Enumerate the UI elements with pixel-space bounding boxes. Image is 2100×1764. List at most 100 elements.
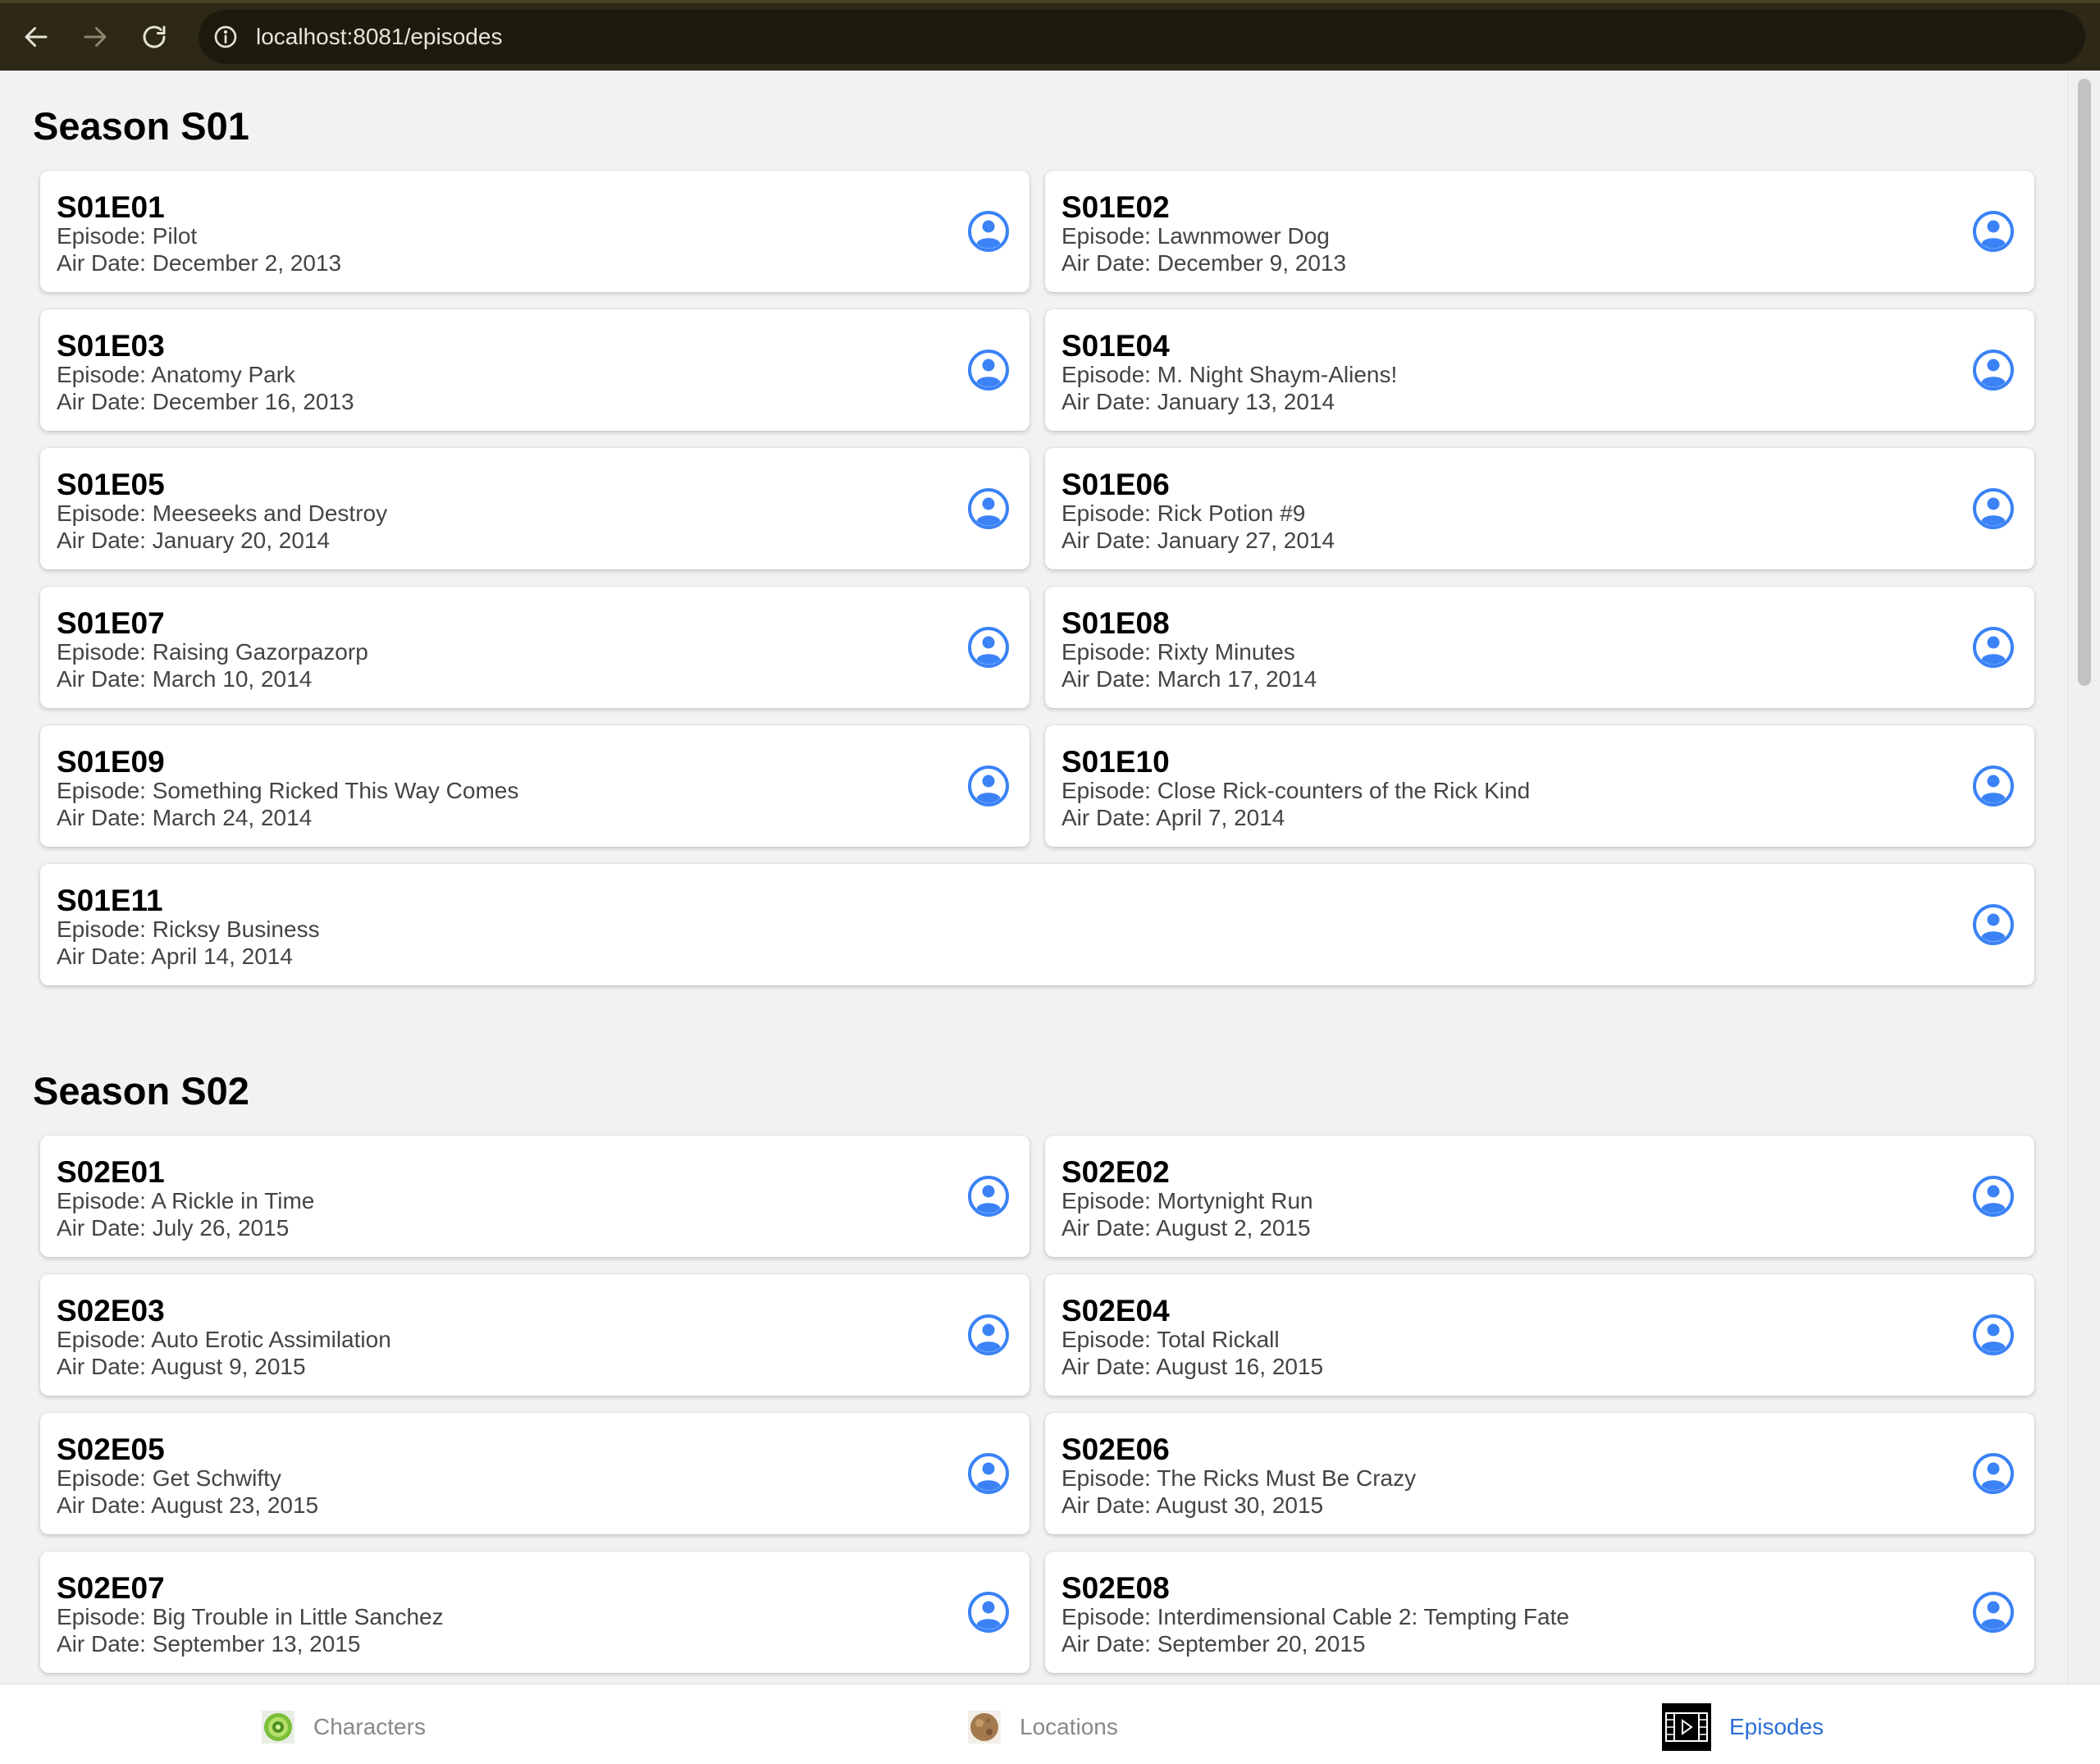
episode-card[interactable]: S01E01 Episode: Pilot Air Date: December 2… — [40, 171, 1029, 292]
episode-code: S01E05 — [57, 468, 165, 501]
tab-characters-label: Characters — [313, 1714, 426, 1739]
person-icon[interactable] — [967, 1452, 1010, 1495]
scrollbar[interactable] — [2067, 71, 2100, 1684]
episode-name: Episode: Interdimensional Cable 2: Tempt… — [1061, 1604, 1569, 1629]
episode-air-date: Air Date: December 9, 2013 — [1061, 250, 1347, 276]
episode-name: Episode: Raising Gazorpazorp — [57, 639, 368, 665]
portal-icon — [262, 1711, 294, 1743]
episode-air-date: Air Date: August 23, 2015 — [57, 1492, 319, 1518]
episode-card[interactable]: S01E11 Episode: Ricksy Business Air Date: … — [40, 864, 2034, 985]
url-text[interactable]: localhost:8081/episodes — [256, 24, 502, 50]
reload-icon — [143, 25, 166, 48]
episode-card[interactable]: S01E04 Episode: M. Night Shaym-Aliens! Air… — [1045, 309, 2034, 431]
episode-name: Episode: Rick Potion #9 — [1061, 500, 1306, 526]
tab-characters[interactable]: Characters — [261, 1704, 426, 1750]
episode-card[interactable]: S01E03 Episode: Anatomy Park Air Date: Dec… — [40, 309, 1029, 431]
person-icon[interactable] — [1972, 349, 2015, 391]
episode-card[interactable]: S01E05 Episode: Meeseeks and Destroy Air D… — [40, 448, 1029, 569]
person-icon[interactable] — [1972, 903, 2015, 946]
episode-code: S02E02 — [1061, 1155, 1170, 1189]
episode-code: S02E05 — [57, 1433, 165, 1466]
episode-air-date: Air Date: August 2, 2015 — [1061, 1215, 1311, 1241]
info-icon — [214, 25, 237, 48]
episode-name: Episode: M. Night Shaym-Aliens! — [1061, 362, 1398, 387]
episodes-page: Season S01 S01E01 Episode: Pilot Air Date: … — [0, 71, 2067, 1684]
episode-card[interactable]: S02E05 Episode: Get Schwifty Air Date: Aug… — [40, 1413, 1029, 1534]
person-icon[interactable] — [967, 487, 1010, 530]
episode-air-date: Air Date: April 7, 2014 — [1061, 805, 1285, 830]
episode-card[interactable]: S02E08 Episode: Interdimensional Cable 2:… — [1045, 1551, 2034, 1673]
person-icon[interactable] — [967, 626, 1010, 669]
person-icon[interactable] — [1972, 1452, 2015, 1495]
arrow-right-icon — [84, 27, 107, 47]
episode-air-date: Air Date: December 16, 2013 — [57, 389, 354, 414]
episode-name: Episode: Total Rickall — [1061, 1327, 1280, 1352]
episode-name: Episode: Pilot — [57, 223, 198, 249]
person-icon[interactable] — [967, 765, 1010, 807]
tab-episodes[interactable]: Episodes — [1662, 1703, 1824, 1751]
episode-card[interactable]: S01E07 Episode: Raising Gazorpazorp Air Da… — [40, 587, 1029, 708]
episode-code: S01E02 — [1061, 190, 1170, 224]
episode-code: S01E11 — [57, 884, 163, 917]
site-info-button[interactable] — [199, 10, 253, 64]
episode-code: S02E06 — [1061, 1433, 1170, 1466]
episode-card[interactable]: S01E06 Episode: Rick Potion #9 Air Date: J… — [1045, 448, 2034, 569]
episode-card[interactable]: S02E03 Episode: Auto Erotic Assimilation A… — [40, 1274, 1029, 1396]
address-bar[interactable]: localhost:8081/episodes — [199, 10, 2085, 64]
person-icon[interactable] — [967, 349, 1010, 391]
person-icon[interactable] — [1972, 1314, 2015, 1356]
episode-air-date: Air Date: March 10, 2014 — [57, 666, 313, 692]
episode-code: S02E07 — [57, 1571, 165, 1605]
episode-card[interactable]: S02E02 Episode: Mortynight Run Air Date: A… — [1045, 1136, 2034, 1257]
scrollbar-thumb[interactable] — [2078, 79, 2091, 686]
episode-card[interactable]: S02E07 Episode: Big Trouble in Little San… — [40, 1551, 1029, 1673]
episode-code: S01E09 — [57, 745, 165, 779]
person-icon[interactable] — [1972, 487, 2015, 530]
episode-code: S01E10 — [1061, 745, 1170, 779]
planet-icon — [968, 1711, 1001, 1743]
person-icon[interactable] — [967, 1314, 1010, 1356]
episode-name: Episode: Close Rick-counters of the Rick… — [1061, 778, 1531, 803]
episode-name: Episode: The Ricks Must Be Crazy — [1061, 1465, 1417, 1491]
episode-name: Episode: Mortynight Run — [1061, 1188, 1313, 1213]
episode-name: Episode: Lawnmower Dog — [1061, 223, 1330, 249]
person-icon[interactable] — [1972, 1175, 2015, 1218]
episode-air-date: Air Date: April 14, 2014 — [57, 944, 293, 969]
person-icon[interactable] — [1972, 765, 2015, 807]
episode-name: Episode: Get Schwifty — [57, 1465, 281, 1491]
person-icon[interactable] — [967, 1175, 1010, 1218]
episode-name: Episode: Rixty Minutes — [1061, 639, 1295, 665]
episode-code: S02E04 — [1061, 1294, 1170, 1328]
browser-toolbar: localhost:8081/episodes — [0, 0, 2100, 71]
episode-code: S02E01 — [57, 1155, 165, 1189]
person-icon[interactable] — [1972, 210, 2015, 253]
episode-air-date: Air Date: September 13, 2015 — [57, 1631, 361, 1657]
bottom-tab-bar: Characters Locations Episodes — [0, 1684, 2100, 1764]
episode-code: S01E06 — [1061, 468, 1170, 501]
back-button[interactable] — [7, 7, 66, 66]
episode-code: S01E04 — [1061, 329, 1170, 363]
episode-card[interactable]: S02E06 Episode: The Ricks Must Be Crazy Ai… — [1045, 1413, 2034, 1534]
season-title: Season S02 — [33, 1069, 249, 1113]
person-icon[interactable] — [1972, 626, 2015, 669]
person-icon[interactable] — [967, 1591, 1010, 1634]
episode-card[interactable]: S01E10 Episode: Close Rick-counters of th… — [1045, 725, 2034, 847]
episode-air-date: Air Date: August 9, 2015 — [57, 1354, 306, 1379]
forward-button[interactable] — [66, 7, 125, 66]
episode-card[interactable]: S01E02 Episode: Lawnmower Dog Air Date: De… — [1045, 171, 2034, 292]
season-title: Season S01 — [33, 104, 249, 148]
episode-code: S01E07 — [57, 606, 165, 640]
episode-card[interactable]: S01E08 Episode: Rixty Minutes Air Date: Ma… — [1045, 587, 2034, 708]
reload-button[interactable] — [125, 7, 184, 66]
tab-locations[interactable]: Locations — [967, 1704, 1118, 1750]
episode-card[interactable]: S02E01 Episode: A Rickle in Time Air Date:… — [40, 1136, 1029, 1257]
episode-card[interactable]: S01E09 Episode: Something Ricked This Way… — [40, 725, 1029, 847]
person-icon[interactable] — [967, 210, 1010, 253]
person-icon[interactable] — [1972, 1591, 2015, 1634]
episode-code: S01E08 — [1061, 606, 1170, 640]
episode-name: Episode: A Rickle in Time — [57, 1188, 315, 1213]
episode-air-date: Air Date: March 24, 2014 — [57, 805, 313, 830]
tab-episodes-label: Episodes — [1729, 1714, 1824, 1739]
episode-card[interactable]: S02E04 Episode: Total Rickall Air Date: Au… — [1045, 1274, 2034, 1396]
tab-locations-label: Locations — [1020, 1714, 1118, 1739]
